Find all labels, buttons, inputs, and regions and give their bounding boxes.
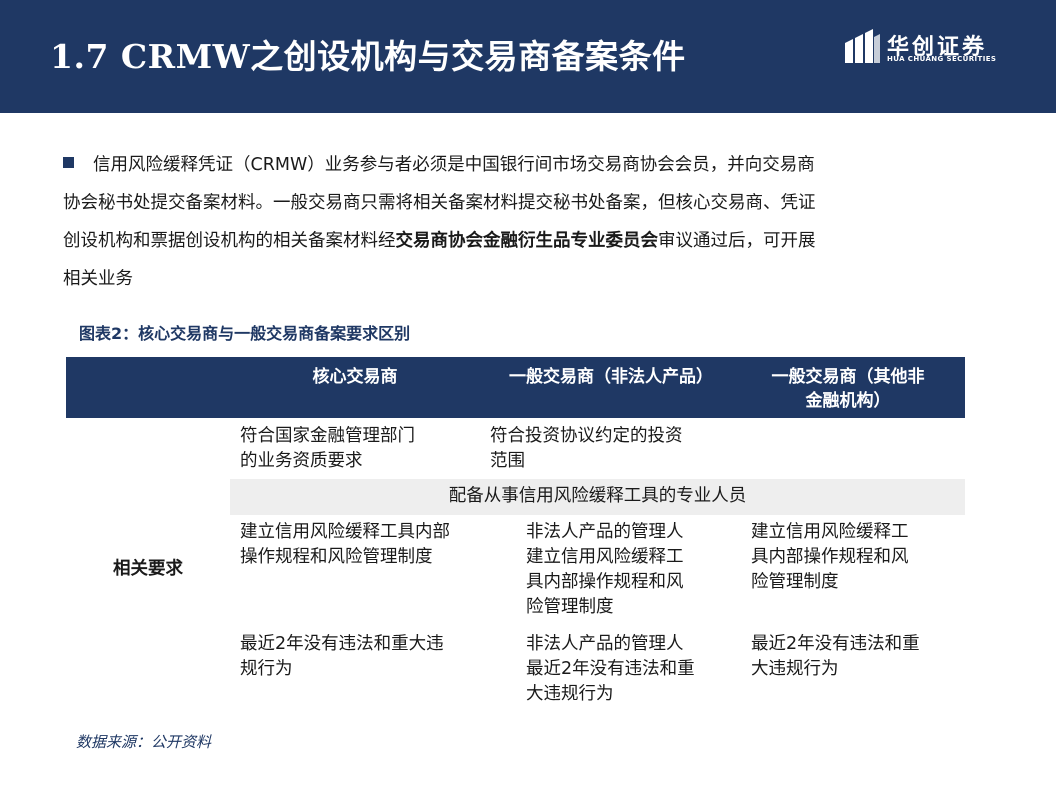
square-bullet-icon: [63, 157, 74, 168]
figure-title: 图表2：核心交易商与一般交易商备案要求区别: [79, 324, 411, 343]
r4-nonlegal-cell: 非法人产品的管理人 最近2年没有违法和重 大违规行为: [526, 634, 695, 704]
r4-other-cell: 最近2年没有违法和重 大违规行为: [751, 634, 920, 679]
r2-merged-cell: 配备从事信用风险缓释工具的专业人员: [448, 486, 747, 506]
r4-core-cell: 最近2年没有违法和重大违 规行为: [240, 634, 444, 679]
paragraph-line-3: 创设机构和票据创设机构的相关备案材料经交易商协会金融衍生品专业委员会审议通过后，…: [63, 231, 816, 251]
emphasis-committee: 交易商协会金融衍生品专业委员会: [395, 231, 659, 251]
paragraph-line-1: 信用风险缓释凭证（CRMW）业务参与者必须是中国银行间市场交易商协会会员，并向交…: [63, 146, 993, 184]
header-general-nonlegal: 一般交易商（非法人产品）: [509, 367, 713, 387]
header-bar: 1.7 CRMW之创设机构与交易商备案条件 华创证券 HUA CHUANG SE…: [0, 0, 1056, 113]
r3-nonlegal-cell: 非法人产品的管理人 建立信用风险缓释工 具内部操作规程和风 险管理制度: [526, 522, 684, 617]
logo: 华创证券 HUA CHUANG SECURITIES: [843, 29, 1003, 69]
intro-paragraph: 信用风险缓释凭证（CRMW）业务参与者必须是中国银行间市场交易商协会会员，并向交…: [63, 146, 993, 298]
hua-chuang-logo-icon: [845, 29, 880, 63]
header-general-other: 一般交易商（其他非 金融机构）: [771, 367, 925, 411]
table-header-row: 核心交易商 一般交易商（非法人产品） 一般交易商（其他非 金融机构）: [66, 357, 965, 418]
header-core-dealer: 核心交易商: [312, 367, 398, 387]
paragraph-line-2: 协会秘书处提交备案材料。一般交易商只需将相关备案材料提交秘书处备案，但核心交易商…: [63, 193, 816, 213]
paragraph-line-4: 相关业务: [63, 269, 133, 289]
page-title: 1.7 CRMW之创设机构与交易商备案条件: [50, 37, 686, 76]
r1-nonlegal-cell: 符合投资协议约定的投资 范围: [490, 426, 683, 471]
data-source-note: 数据来源：公开资料: [76, 733, 212, 751]
row-label: 相关要求: [113, 559, 183, 579]
r2-merged-row: 配备从事信用风险缓释工具的专业人员: [230, 479, 965, 515]
r1-core-cell: 符合国家金融管理部门 的业务资质要求: [240, 426, 415, 471]
logo-text-en: HUA CHUANG SECURITIES: [887, 55, 997, 63]
r3-core-cell: 建立信用风险缓释工具内部 操作规程和风险管理制度: [240, 522, 450, 567]
r3-other-cell: 建立信用风险缓释工 具内部操作规程和风 险管理制度: [751, 522, 909, 592]
